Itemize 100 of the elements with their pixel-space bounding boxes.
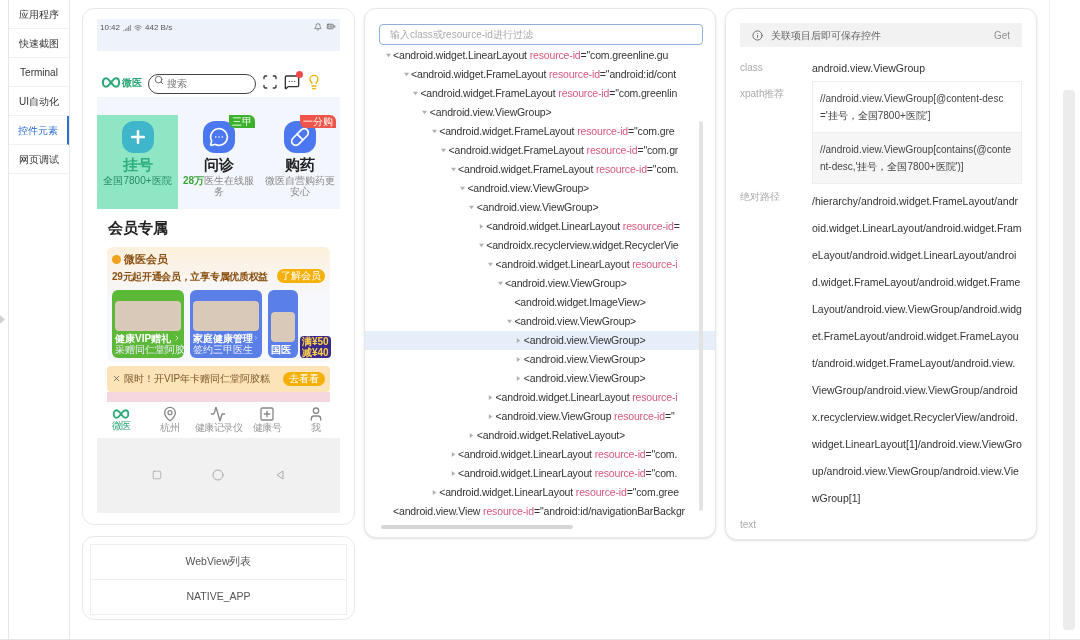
feature-tile[interactable]: 三甲 问诊 28万医生在线服务	[178, 115, 259, 209]
caret-down-icon[interactable]	[506, 319, 512, 324]
caret-right-icon[interactable]	[469, 433, 475, 438]
home-icon[interactable]	[212, 469, 225, 482]
sidebar-item[interactable]: Terminal	[9, 58, 69, 87]
tree-row[interactable]: <android.view.ViewGroup>	[365, 179, 715, 198]
tile-subtitle: 28万医生在线服务	[181, 175, 256, 197]
tree-row[interactable]: <android.widget.ImageView>	[365, 293, 715, 312]
caret-down-icon[interactable]	[488, 262, 494, 267]
caret-down-icon[interactable]	[497, 281, 503, 286]
tree-row[interactable]: <android.widget.FrameLayout resource-id="com.	[365, 160, 715, 179]
caret-right-icon[interactable]	[431, 490, 437, 495]
caret-right-icon[interactable]	[516, 376, 522, 381]
tree-row[interactable]: <android.view.ViewGroup>	[365, 312, 715, 331]
node-label: <androidx.recyclerview.widget.RecyclerVie	[486, 237, 679, 253]
message-icon[interactable]	[284, 74, 300, 90]
promo-card[interactable]: 家庭健康管理 签约三甲医生	[190, 289, 262, 358]
notice-text: 关联项目后即可保存控件	[771, 28, 882, 43]
tree-row[interactable]: <android.widget.LinearLayout resource-id="com.	[365, 445, 715, 464]
node-label: <android.view.ViewGroup>	[429, 104, 552, 120]
location-pin-icon	[161, 405, 178, 422]
tile-title: 挂号	[122, 155, 153, 175]
caret-right-icon[interactable]	[488, 414, 494, 419]
tree-row[interactable]: <android.widget.LinearLayout resource-i	[365, 255, 715, 274]
node-label: <android.widget.FrameLayout resource-id="com.gre	[439, 123, 675, 139]
feature-tile[interactable]: 一分购 购药 微医自营购药更安心	[259, 115, 340, 209]
back-icon[interactable]	[274, 470, 285, 481]
search-field[interactable]: 搜索	[148, 73, 256, 94]
caret-down-icon[interactable]	[478, 243, 484, 248]
caret-right-icon[interactable]	[516, 338, 522, 343]
node-label: <android.widget.LinearLayout resource-id="com.	[458, 446, 678, 462]
status-time: 10:42	[100, 22, 121, 34]
caret-down-icon[interactable]	[403, 72, 409, 77]
tree-row[interactable]: <android.widget.FrameLayout resource-id="com.greenlin	[365, 84, 715, 103]
node-label: <android.view.ViewGroup>	[523, 351, 646, 367]
tree-row[interactable]: <android.widget.RelativeLayout>	[365, 426, 715, 445]
sidebar-item[interactable]: 快速截图	[9, 29, 69, 58]
horizontal-scrollbar[interactable]	[381, 525, 573, 529]
tree-row[interactable]: <android.view.ViewGroup>	[365, 198, 715, 217]
logo-icon	[112, 407, 131, 420]
promo-card-title: 家庭健康管理	[193, 332, 253, 344]
tree-row[interactable]: <android.widget.LinearLayout resource-id="com.gree	[365, 483, 715, 502]
tree-row[interactable]: <android.view.ViewGroup>	[365, 350, 715, 369]
filter-field[interactable]: 输入class或resource-id进行过滤	[379, 24, 703, 45]
node-label: <android.widget.LinearLayout resource-id="com.	[458, 465, 678, 481]
tile-subtitle: 微医自营购药更安心	[263, 175, 336, 197]
node-label: <android.view.ViewGroup>	[523, 370, 646, 386]
sidebar-item[interactable]: 应用程序	[9, 0, 69, 29]
caret-down-icon[interactable]	[422, 110, 428, 115]
tile-title: 购药	[284, 155, 315, 175]
promo-card[interactable]: 国医	[268, 289, 298, 358]
caret-down-icon[interactable]	[385, 53, 391, 58]
caret-right-icon[interactable]	[450, 471, 456, 476]
chevron-icon	[253, 334, 259, 342]
tree-row[interactable]: <android.view.View resource-id="android:id/navigationBarBackgr	[365, 502, 715, 521]
tree-row[interactable]: <android.view.ViewGroup>	[365, 369, 715, 388]
caret-down-icon[interactable]	[469, 205, 475, 210]
caret-right-icon[interactable]	[450, 452, 456, 457]
tree-row[interactable]: <androidx.recyclerview.widget.RecyclerVie	[365, 236, 715, 255]
tree-row[interactable]: <android.widget.LinearLayout resource-i	[365, 388, 715, 407]
sidebar-item[interactable]: UI自动化	[9, 87, 69, 116]
caret-down-icon[interactable]	[450, 167, 456, 172]
tree-row[interactable]: <android.widget.FrameLayout resource-id="android:id/cont	[365, 65, 715, 84]
caret-right-icon[interactable]	[478, 224, 484, 229]
node-label: <android.widget.LinearLayout resource-id="com.gree	[439, 484, 679, 500]
scan-icon[interactable]	[262, 74, 278, 90]
tree-row[interactable]: <android.widget.LinearLayout resource-id="com.greenline.gu	[365, 46, 715, 65]
caret-right-icon[interactable]	[488, 395, 494, 400]
photo-placeholder	[193, 300, 259, 331]
field-label: xpath推荐	[740, 87, 786, 101]
recents-icon[interactable]	[152, 470, 163, 481]
sidebar-item[interactable]: 控件元素	[9, 116, 69, 145]
sidebar-item[interactable]: 网页调试	[9, 145, 69, 174]
caret-down-icon[interactable]	[459, 186, 465, 191]
caret-down-icon[interactable]	[441, 148, 447, 153]
node-label: <android.widget.FrameLayout resource-id="android:id/cont	[411, 66, 677, 82]
caret-down-icon[interactable]	[412, 91, 418, 96]
tree-row[interactable]: <android.widget.FrameLayout resource-id="com.gre	[365, 122, 715, 141]
close-icon[interactable]	[112, 374, 121, 383]
webview-item[interactable]: NATIVE_APP	[91, 580, 346, 614]
tree-row[interactable]: <android.widget.LinearLayout resource-id="com.	[365, 464, 715, 483]
promo-card-title: 国医	[271, 343, 291, 355]
app-logo-text: 微医	[122, 75, 142, 90]
caret-right-icon[interactable]	[516, 357, 522, 362]
crown-icon	[112, 254, 121, 264]
xpath-option[interactable]: //android.view.ViewGroup[contains(@content-desc,'挂号，全国7800+医院')]	[813, 132, 1021, 183]
caret-down-icon[interactable]	[431, 129, 437, 134]
tree-row[interactable]: <android.view.ViewGroup>	[365, 331, 715, 350]
lightbulb-icon[interactable]	[306, 74, 322, 90]
membership-title: 微医会员	[124, 252, 168, 267]
photo-placeholder	[271, 311, 295, 342]
tree-row[interactable]: <android.widget.LinearLayout resource-id=	[365, 217, 715, 236]
collapse-handle-icon[interactable]	[0, 315, 5, 324]
tree-row[interactable]: <android.view.ViewGroup>	[365, 274, 715, 293]
tree-row[interactable]: <android.view.ViewGroup resource-id="	[365, 407, 715, 426]
section-title: 会员专属	[108, 217, 168, 238]
tree-row[interactable]: <android.widget.FrameLayout resource-id="com.gr	[365, 141, 715, 160]
tree-row[interactable]: <android.view.ViewGroup>	[365, 103, 715, 122]
field-label: class	[740, 61, 764, 75]
node-label: <android.widget.FrameLayout resource-id="com.	[458, 161, 679, 177]
